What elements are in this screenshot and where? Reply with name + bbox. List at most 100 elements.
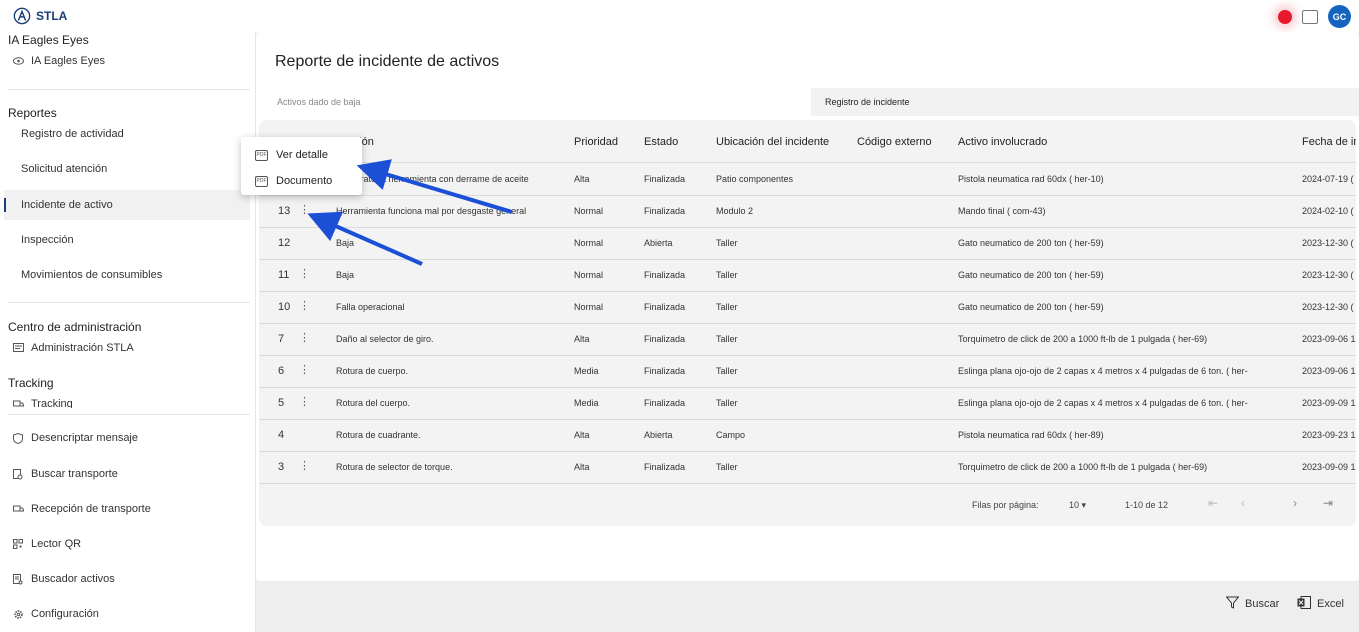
tab-registro-incidente[interactable]: Registro de incidente [811,88,1359,116]
cell-ubicacion: Taller [716,270,738,280]
table-row[interactable]: 3 ⋮ Rotura de selector de torque. Alta Final… [259,452,1356,484]
action-bar: Buscar Excel [256,581,1359,632]
cell-ubicacion: Patio componentes [716,174,794,184]
sidebar-item-desencriptar[interactable]: Desencriptar mensaje [4,423,250,453]
sidebar-item-label: Movimientos de consumibles [21,269,163,281]
table-row[interactable]: 6 ⋮ Rotura de cuerpo. Media Finalizada Taller… [259,356,1356,388]
table-row[interactable]: 13 ⋮ Herramienta funciona mal por desgaste… [259,196,1356,228]
prev-page-icon[interactable]: ‹ [1241,496,1245,510]
cell-fecha: 2023-09-06 1 [1302,366,1356,376]
sidebar-item-label: Buscador activos [31,573,115,585]
sidebar-item-lector-qr[interactable]: Lector QR [4,529,250,559]
cell-fecha: 2023-09-23 1 [1302,430,1356,440]
sidebar-item-configuracion[interactable]: Configuración [4,599,250,629]
sidebar-item-recepcion-transporte[interactable]: Recepción de transporte [4,494,250,524]
cell-activo: Pistola neumatica rad 60dx ( her-89) [958,430,1104,440]
table-row[interactable]: 12 Baja Normal Abierta Taller Gato neumatico … [259,228,1356,260]
table-row[interactable]: 4 Rotura de cuadrante. Alta Abierta Campo Pis… [259,420,1356,452]
row-menu-icon[interactable]: ⋮ [299,331,310,345]
cell-fecha: 2023-09-09 1 [1302,398,1356,408]
table-header: ID cripción Prioridad Estado Ubicación d… [259,120,1356,163]
first-page-icon[interactable]: ⇤ [1208,496,1218,510]
avatar[interactable]: GC [1328,5,1351,28]
menu-item-label: Documento [276,175,333,187]
cell-id: 3 [278,461,285,473]
sidebar-item-tracking[interactable]: Tracking [4,390,250,408]
cell-prioridad: Normal [574,206,604,216]
cell-activo: Gato neumatico de 200 ton ( her-59) [958,302,1104,312]
sidebar-item-label: Incidente de activo [21,199,113,211]
chevron-down-icon: ▾ [1081,500,1087,510]
search-button[interactable]: Buscar [1225,596,1279,612]
cell-id: 12 [278,237,291,249]
cell-prioridad: Normal [574,302,604,312]
column-header-codigo-externo[interactable]: Código externo [857,136,932,148]
main-content: Reporte de incidente de activos Activos … [256,32,1359,632]
column-header-fecha[interactable]: Fecha de in [1302,136,1356,148]
cell-estado: Finalizada [644,302,686,312]
sidebar-item-inspeccion[interactable]: Inspección [4,225,250,255]
menu-item-label: Ver detalle [276,149,328,161]
sidebar: IA Eagles Eyes IA Eagles Eyes Reportes R… [0,32,256,632]
cell-estado: Finalizada [644,366,686,376]
column-header-activo[interactable]: Activo involucrado [958,136,1047,148]
column-header-ubicacion[interactable]: Ubicación del incidente [716,136,829,148]
stla-logo-icon [13,7,31,25]
tab-label: Activos dado de baja [277,97,361,107]
cell-prioridad: Normal [574,238,604,248]
cell-ubicacion: Taller [716,462,738,472]
cell-fecha: 2023-09-09 1 [1302,462,1356,472]
cell-id: 4 [278,429,285,441]
menu-item-ver-detalle[interactable]: PDF Ver detalle [241,142,362,168]
cell-descripcion: Falla operacional [336,302,405,312]
cell-prioridad: Alta [574,430,590,440]
cell-descripcion: Rotura de cuadrante. [336,430,421,440]
sidebar-item-registro-actividad[interactable]: Registro de actividad [4,119,250,149]
truck-icon [12,398,24,408]
cell-prioridad: Media [574,366,599,376]
row-menu-icon[interactable]: ⋮ [299,459,310,473]
cell-descripcion: a giratoria herramienta con derrame de a… [346,174,529,184]
chat-icon[interactable] [1302,9,1318,24]
cell-prioridad: Media [574,398,599,408]
cell-ubicacion: Campo [716,430,746,440]
next-page-icon[interactable]: › [1293,496,1297,510]
rows-per-page-select[interactable]: 10 ▾ [1069,500,1086,511]
cell-id: 6 [278,365,285,377]
sidebar-item-solicitud-atencion[interactable]: Solicitud atención [4,154,250,184]
tab-activos-baja[interactable]: Activos dado de baja [263,88,811,116]
qr-icon [12,538,24,550]
cell-activo: Gato neumatico de 200 ton ( her-59) [958,238,1104,248]
table-row[interactable]: 10 ⋮ Falla operacional Normal Finalizada Tall… [259,292,1356,324]
menu-item-documento[interactable]: PDF Documento [241,168,362,194]
cell-prioridad: Alta [574,334,590,344]
sidebar-item-administracion-stla[interactable]: Administración STLA [4,333,250,363]
sidebar-item-movimientos-consumibles[interactable]: Movimientos de consumibles [4,260,250,290]
row-menu-icon[interactable]: ⋮ [299,299,310,313]
truck-icon [12,503,24,515]
sidebar-item-buscar-transporte[interactable]: Buscar transporte [4,459,250,489]
cell-prioridad: Normal [574,270,604,280]
excel-button-label: Excel [1317,598,1344,610]
sidebar-item-incidente-activo[interactable]: Incidente de activo [4,190,250,220]
table-row[interactable]: 11 ⋮ Baja Normal Finalizada Taller Gato neumat… [259,260,1356,292]
last-page-icon[interactable]: ⇥ [1323,496,1333,510]
sidebar-item-buscador-activos[interactable]: Buscador activos [4,564,250,594]
sidebar-item-ia-eagles-eyes[interactable]: IA Eagles Eyes [4,46,250,76]
divider [8,414,250,415]
cell-fecha: 2023-12-30 ( [1302,270,1354,280]
column-header-prioridad[interactable]: Prioridad [574,136,618,148]
row-menu-icon[interactable]: ⋮ [299,395,310,409]
table-row[interactable]: 7 ⋮ Daño al selector de giro. Alta Finalizad… [259,324,1356,356]
row-menu-icon[interactable]: ⋮ [299,203,310,217]
table-row[interactable]: a giratoria herramienta con derrame de a… [259,164,1356,196]
row-menu-icon[interactable]: ⋮ [299,363,310,377]
table-row[interactable]: 5 ⋮ Rotura del cuerpo. Media Finalizada Talle… [259,388,1356,420]
excel-button[interactable]: Excel [1297,596,1344,612]
column-header-estado[interactable]: Estado [644,136,678,148]
row-menu-icon[interactable]: ⋮ [299,267,310,281]
sidebar-item-label: Buscar transporte [31,468,118,480]
app-logo[interactable]: STLA [13,7,67,25]
admin-icon [12,342,24,354]
record-indicator-icon[interactable] [1278,9,1292,24]
